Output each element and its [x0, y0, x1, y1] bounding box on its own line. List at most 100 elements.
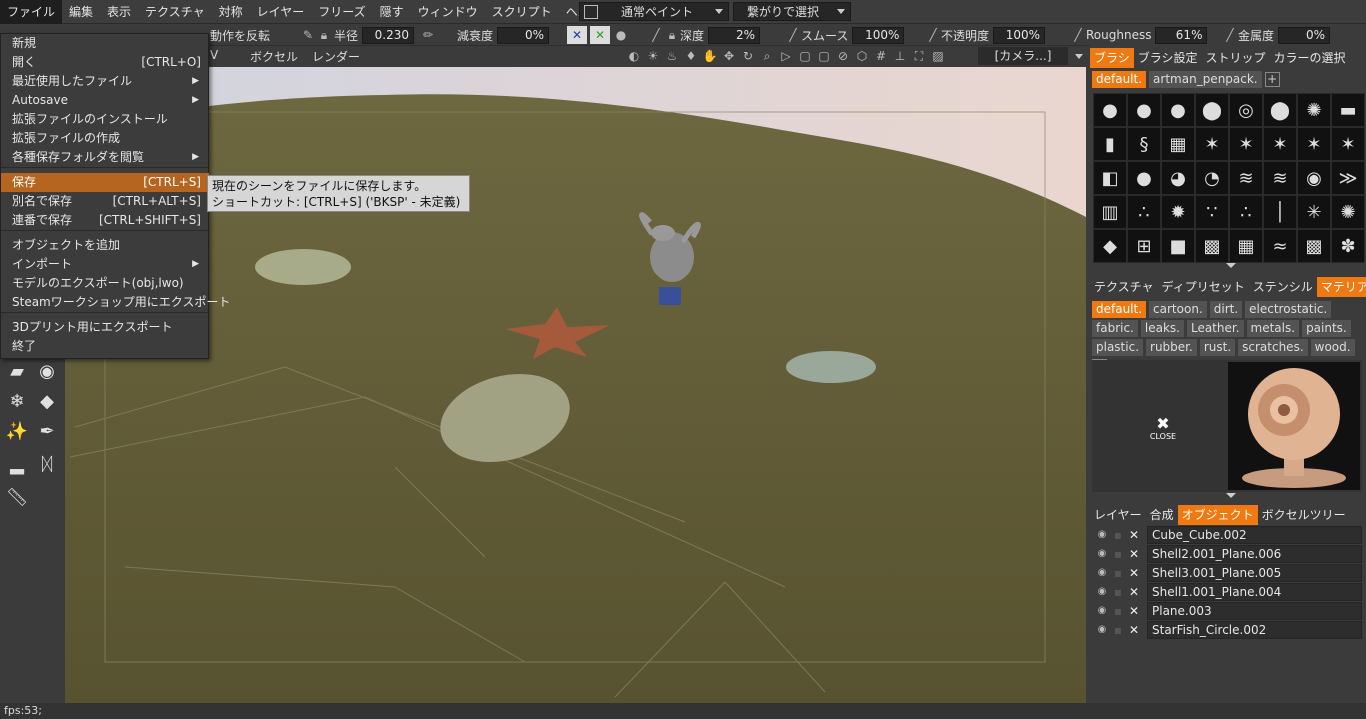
pen-mode-icon[interactable]: ▢	[816, 48, 832, 64]
axes-icon[interactable]: ⊥	[892, 48, 908, 64]
brush-library-default[interactable]: default.	[1092, 70, 1147, 88]
eye-icon[interactable]: ◉	[1094, 565, 1110, 581]
material-default[interactable]: default.	[1092, 301, 1147, 318]
3d-viewport[interactable]	[65, 67, 1086, 703]
brush-thumbnail[interactable]: ✹	[1161, 195, 1195, 229]
radius-field[interactable]: 0.230	[362, 26, 415, 44]
eyedropper-icon[interactable]: ✒	[34, 418, 60, 444]
delete-icon[interactable]: ✕	[1126, 565, 1142, 581]
brush-thumbnail[interactable]: ▦	[1229, 229, 1263, 263]
paint-mode-dropdown[interactable]: 通常ペイント	[579, 2, 729, 21]
tab-compose[interactable]: 合成	[1146, 505, 1178, 525]
lock-icon[interactable]: 🔒︎	[316, 27, 332, 43]
file-menu-item[interactable]: インポート ▶	[1, 255, 209, 274]
brush-thumbnail[interactable]: §	[1127, 127, 1161, 161]
brush-thumbnail[interactable]: ◆	[1093, 229, 1127, 263]
selection-mode-dropdown[interactable]: 繋がりで選択	[733, 2, 851, 21]
material-rust[interactable]: rust.	[1199, 339, 1236, 356]
material-paints[interactable]: paints.	[1302, 320, 1351, 337]
material-rubber[interactable]: rubber.	[1146, 339, 1197, 356]
brush-thumbnail[interactable]: ●	[1161, 93, 1195, 127]
grid-icon[interactable]: #	[873, 48, 889, 64]
tab-material[interactable]: マテリアル	[1316, 277, 1366, 297]
material-dirt[interactable]: dirt.	[1209, 301, 1243, 318]
magic-wand-icon[interactable]: ✨	[4, 418, 30, 444]
brush-thumbnail[interactable]: ∴	[1229, 195, 1263, 229]
frame-icon[interactable]: ⛶	[911, 48, 927, 64]
brush-thumbnail[interactable]: ◉	[1297, 161, 1331, 195]
lock-icon[interactable]: ▪	[1110, 565, 1126, 581]
file-menu-item[interactable]: オブジェクトを追加	[1, 236, 209, 255]
brush-thumbnail[interactable]: ◕	[1161, 161, 1195, 195]
lock-icon[interactable]: ▪	[1110, 584, 1126, 600]
add-library-button[interactable]: +	[1264, 71, 1280, 87]
file-menu-item[interactable]: 最近使用したファイル ▶	[1, 72, 209, 91]
file-menu-item[interactable]: 各種保存フォルダを閲覧 ▶	[1, 148, 209, 167]
invert-action-label[interactable]: 動作を反転	[210, 26, 270, 44]
delete-icon[interactable]: ✕	[1126, 527, 1142, 543]
smooth-field[interactable]: 100%	[852, 26, 905, 44]
delete-icon[interactable]: ✕	[1126, 546, 1142, 562]
object-name[interactable]: Cube_Cube.002	[1147, 526, 1362, 544]
material-scratches[interactable]: scratches.	[1238, 339, 1308, 356]
brush-thumbnail[interactable]: ◎	[1229, 93, 1263, 127]
file-menu-item[interactable]: モデルのエクスポート(obj,lwo)	[1, 274, 209, 293]
freeze-icon[interactable]: ❄	[4, 388, 30, 414]
depth-field[interactable]: 2%	[708, 26, 761, 44]
eraser-icon[interactable]: ▰	[4, 358, 30, 384]
eye-icon[interactable]: ◉	[1094, 527, 1110, 543]
brush-thumbnail[interactable]: ●	[1093, 93, 1127, 127]
material-plastic[interactable]: plastic.	[1092, 339, 1144, 356]
mirror-x-icon[interactable]: ✕	[590, 26, 610, 44]
menu-hide[interactable]: 隠す	[373, 0, 411, 24]
bulb-icon[interactable]: ♨	[664, 48, 680, 64]
brush-stroke-icon[interactable]: ╱	[648, 27, 664, 43]
brush-thumbnail[interactable]: ▬	[1331, 93, 1365, 127]
menu-layer[interactable]: レイヤー	[250, 0, 312, 24]
hand-icon[interactable]: ✋	[702, 48, 718, 64]
file-menu-item[interactable]: 連番で保存 [CTRL+SHIFT+S]	[1, 211, 209, 230]
menu-texture[interactable]: テクスチャ	[138, 0, 212, 24]
brush-thumbnail[interactable]: ▩	[1195, 229, 1229, 263]
object-name[interactable]: Plane.003	[1147, 602, 1362, 620]
brush-thumbnail[interactable]: ≋	[1229, 161, 1263, 195]
brush-thumbnail[interactable]: ⊞	[1127, 229, 1161, 263]
tab-brush-settings[interactable]: ブラシ設定	[1134, 48, 1202, 68]
lock-icon[interactable]: ▪	[1110, 527, 1126, 543]
brush-library-artman[interactable]: artman_penpack.	[1149, 70, 1262, 88]
eye-icon[interactable]: ◉	[1094, 603, 1110, 619]
tab-strip[interactable]: ストリップ	[1202, 48, 1270, 68]
brush-thumbnail[interactable]: ✶	[1297, 127, 1331, 161]
brush-thumbnail[interactable]: ∵	[1195, 195, 1229, 229]
object-row[interactable]: ◉ ▪ ✕ Shell1.001_Plane.004	[1094, 583, 1362, 601]
tab-color-select[interactable]: カラーの選択	[1270, 48, 1350, 68]
material-wood[interactable]: wood.	[1310, 339, 1355, 356]
brush-thumbnail[interactable]: ●	[1127, 93, 1161, 127]
object-row[interactable]: ◉ ▪ ✕ Cube_Cube.002	[1094, 526, 1362, 544]
rotate-icon[interactable]: ↻	[740, 48, 756, 64]
tab-voxel[interactable]: ボクセル	[250, 48, 298, 65]
cancel-icon[interactable]: ⊘	[835, 48, 851, 64]
brush-thumbnail[interactable]: ✶	[1331, 127, 1365, 161]
eye-icon[interactable]: ◉	[1094, 546, 1110, 562]
object-row[interactable]: ◉ ▪ ✕ Shell2.001_Plane.006	[1094, 545, 1362, 563]
play-icon[interactable]: ▷	[778, 48, 794, 64]
fill-icon[interactable]: ◆	[34, 388, 60, 414]
material-electrostatic[interactable]: electrostatic.	[1245, 301, 1332, 318]
brush-thumbnail[interactable]: ≋	[1263, 161, 1297, 195]
menu-script[interactable]: スクリプト	[485, 0, 559, 24]
brush-thumbnail[interactable]: ◧	[1093, 161, 1127, 195]
object-row[interactable]: ◉ ▪ ✕ StarFish_Circle.002	[1094, 621, 1362, 639]
ruler-icon[interactable]: 📏︎	[4, 484, 30, 510]
menu-symmetry[interactable]: 対称	[212, 0, 250, 24]
lock-icon[interactable]: ▪	[1110, 546, 1126, 562]
brush-thumbnail[interactable]: ▮	[1093, 127, 1127, 161]
move-icon[interactable]: ✥	[721, 48, 737, 64]
brush-thumbnail[interactable]: ■	[1161, 229, 1195, 263]
object-name[interactable]: Shell1.001_Plane.004	[1147, 583, 1362, 601]
brush-thumbnail[interactable]: ≈	[1263, 229, 1297, 263]
chevron-down-icon[interactable]	[1226, 263, 1236, 268]
file-menu-item[interactable]: 拡張ファイルの作成	[1, 129, 209, 148]
brush-thumbnail[interactable]: ⬤	[1263, 93, 1297, 127]
chevron-down-icon[interactable]	[1226, 493, 1236, 498]
